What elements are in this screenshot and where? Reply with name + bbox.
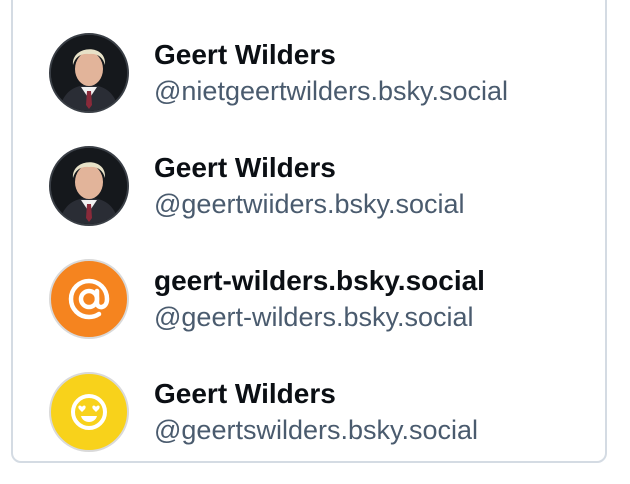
- display-name: geert-wilders.bsky.social: [154, 265, 485, 296]
- account-handle: @geert-wilders.bsky.social: [154, 302, 474, 332]
- account-handle: @geertswilders.bsky.social: [154, 415, 479, 445]
- at-sign-icon: [68, 278, 110, 320]
- person-photo-icon: [51, 35, 127, 111]
- avatar: [49, 372, 129, 452]
- avatar: [49, 33, 129, 113]
- display-name: Geert Wilders: [154, 378, 336, 409]
- suggestion-item[interactable]: Geert Wilders @geertwiiders.bsky.social: [49, 145, 465, 227]
- display-name: Geert Wilders: [154, 152, 336, 183]
- avatar: [49, 259, 129, 339]
- suggestion-item[interactable]: Geert Wilders @geertswilders.bsky.social: [49, 371, 478, 453]
- smiley-heart-eyes-icon: [71, 394, 107, 430]
- avatar: [49, 146, 129, 226]
- account-handle: @geertwiiders.bsky.social: [154, 189, 465, 219]
- person-photo-icon: [51, 148, 127, 224]
- display-name: Geert Wilders: [154, 39, 336, 70]
- suggestion-item[interactable]: geert-wilders.bsky.social @geert-wilders…: [49, 258, 485, 340]
- suggestion-item[interactable]: Geert Wilders @nietgeertwilders.bsky.soc…: [49, 32, 508, 114]
- account-suggestions-dropdown: Geert Wilders @nietgeertwilders.bsky.soc…: [11, 0, 607, 463]
- account-handle: @nietgeertwilders.bsky.social: [154, 76, 509, 106]
